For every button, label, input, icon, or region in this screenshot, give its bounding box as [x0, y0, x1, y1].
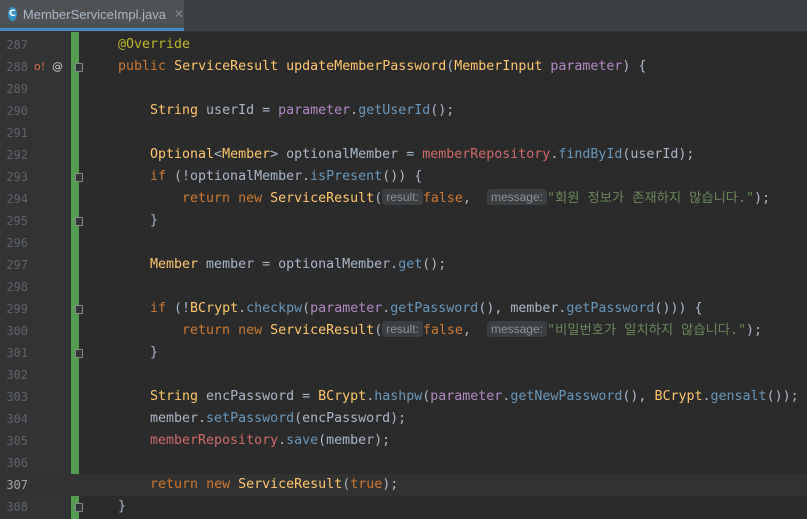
code-text: memberRepository.save(member); — [150, 433, 391, 448]
code-text: public ServiceResult updateMemberPasswor… — [118, 59, 647, 74]
code-text: } — [150, 345, 159, 360]
param-hint-message: message: — [486, 189, 547, 205]
annotation-marker-icon[interactable]: @ — [52, 56, 63, 78]
code-line: 293 if (!optionalMember.isPresent()) { — [0, 166, 807, 188]
line-number: 293 — [6, 170, 28, 184]
fold-icon[interactable] — [75, 63, 83, 72]
line-number: 305 — [6, 434, 28, 448]
code-line: 288 o! @ public ServiceResult updateMemb… — [0, 56, 807, 78]
line-number: 289 — [6, 82, 28, 96]
code-line: 298 — [0, 276, 807, 298]
code-line: 308 } — [0, 496, 807, 518]
line-number: 294 — [6, 192, 28, 206]
line-number: 299 — [6, 302, 28, 316]
fold-icon[interactable] — [75, 305, 83, 314]
code-editor[interactable]: 287 @Override 288 o! @ public ServiceRes… — [0, 32, 807, 519]
line-number: 300 — [6, 324, 28, 338]
code-line: 292 Optional<Member> optionalMember = me… — [0, 144, 807, 166]
code-text: return new ServiceResult(result: false, m… — [182, 321, 763, 338]
line-number: 302 — [6, 368, 28, 382]
code-text: if (!BCrypt.checkpw(parameter.getPasswor… — [150, 301, 703, 316]
code-line: 291 — [0, 122, 807, 144]
code-line: 305 memberRepository.save(member); — [0, 430, 807, 452]
code-text: Optional<Member> optionalMember = member… — [150, 147, 695, 162]
code-line: 294 return new ServiceResult(result: fals… — [0, 188, 807, 210]
code-line: 304 member.setPassword(encPassword); — [0, 408, 807, 430]
code-line: 296 — [0, 232, 807, 254]
code-text: @Override — [118, 37, 191, 52]
current-code-line: 307 return new ServiceResult(true); — [0, 474, 807, 496]
code-line: 306 — [0, 452, 807, 474]
line-number: 287 — [6, 38, 28, 52]
line-number: 298 — [6, 280, 28, 294]
line-number: 297 — [6, 258, 28, 272]
code-text: Member member = optionalMember.get(); — [150, 257, 447, 272]
line-number: 303 — [6, 390, 28, 404]
param-hint-result: result: — [382, 321, 423, 337]
code-text: member.setPassword(encPassword); — [150, 411, 407, 426]
code-line: 295 } — [0, 210, 807, 232]
code-text: if (!optionalMember.isPresent()) { — [150, 169, 423, 184]
code-text: String encPassword = BCrypt.hashpw(param… — [150, 389, 799, 404]
line-number: 290 — [6, 104, 28, 118]
line-number: 301 — [6, 346, 28, 360]
line-number: 292 — [6, 148, 28, 162]
editor-tab-bar: C MemberServiceImpl.java ✕ — [0, 0, 807, 32]
code-line: 301 } — [0, 342, 807, 364]
code-text: return new ServiceResult(result: false, m… — [182, 189, 771, 206]
fold-icon[interactable] — [75, 217, 83, 226]
fold-icon[interactable] — [75, 349, 83, 358]
override-marker-icon[interactable]: o! — [34, 56, 45, 78]
param-hint-result: result: — [382, 189, 423, 205]
code-line: 300 return new ServiceResult(result: fals… — [0, 320, 807, 342]
code-text: String userId = parameter.getUserId(); — [150, 103, 455, 118]
fold-icon[interactable] — [75, 173, 83, 182]
line-number: 306 — [6, 456, 28, 470]
line-number: 308 — [6, 500, 28, 514]
class-file-icon: C — [8, 7, 17, 21]
code-line: 287 @Override — [0, 34, 807, 56]
line-number: 291 — [6, 126, 28, 140]
close-icon[interactable]: ✕ — [174, 7, 184, 21]
line-number: 307 — [6, 478, 28, 492]
tab-memberserviceimpl[interactable]: C MemberServiceImpl.java ✕ — [0, 0, 184, 31]
line-number: 295 — [6, 214, 28, 228]
line-number: 288 — [6, 60, 28, 74]
code-line: 303 String encPassword = BCrypt.hashpw(p… — [0, 386, 807, 408]
code-line: 297 Member member = optionalMember.get()… — [0, 254, 807, 276]
code-line: 299 if (!BCrypt.checkpw(parameter.getPas… — [0, 298, 807, 320]
code-text: } — [118, 499, 127, 514]
tab-label: MemberServiceImpl.java — [22, 6, 166, 22]
code-line: 290 String userId = parameter.getUserId(… — [0, 100, 807, 122]
code-line: 289 — [0, 78, 807, 100]
code-text: return new ServiceResult(true); — [150, 477, 399, 492]
line-number: 296 — [6, 236, 28, 250]
fold-icon[interactable] — [75, 503, 83, 512]
param-hint-message: message: — [486, 321, 547, 337]
code-line: 302 — [0, 364, 807, 386]
code-text: } — [150, 213, 159, 228]
line-number: 304 — [6, 412, 28, 426]
